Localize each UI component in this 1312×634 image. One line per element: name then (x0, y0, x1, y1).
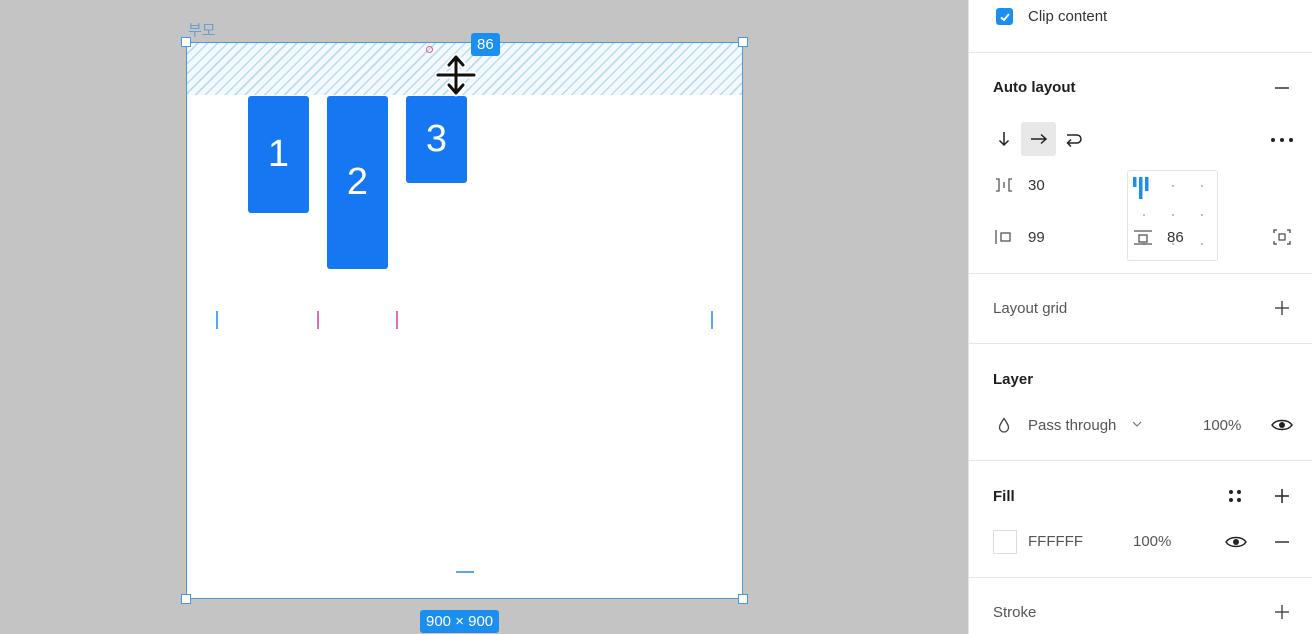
clip-content-label: Clip content (1028, 8, 1108, 25)
fill-hex-value[interactable]: FFFFFF (1028, 533, 1083, 550)
minus-icon (1275, 541, 1289, 543)
padding-sides-icon (1273, 229, 1291, 245)
item-spacing-icon (993, 176, 1015, 194)
direction-wrap-button[interactable] (1062, 128, 1084, 150)
item-spacing-value[interactable]: 30 (1028, 177, 1045, 194)
remove-auto-layout-button[interactable] (1271, 80, 1293, 96)
layout-grid-title: Layout grid (993, 300, 1068, 317)
checkmark-icon (999, 12, 1010, 21)
minus-icon (1275, 87, 1289, 89)
wrap-arrow-icon (1066, 134, 1082, 147)
frame-size-badge: 900 × 900 (420, 610, 500, 633)
gap-guide-1 (317, 311, 319, 329)
arrow-right-icon (1030, 133, 1047, 145)
vertical-padding-value[interactable]: 86 (1167, 229, 1184, 246)
remove-fill-button[interactable] (1271, 533, 1293, 551)
child-frame-2[interactable]: 2 (327, 96, 388, 269)
fill-color-swatch[interactable] (993, 530, 1017, 554)
chevron-down-icon[interactable] (1131, 418, 1143, 430)
blend-mode-select[interactable]: Pass through (1028, 417, 1116, 434)
blend-mode-drop-icon (996, 416, 1012, 434)
gap-guide-2 (396, 311, 398, 329)
add-fill-button[interactable] (1271, 487, 1293, 505)
resize-handle-bottom-left[interactable] (181, 594, 191, 604)
parent-frame[interactable]: 1 2 3 (186, 42, 743, 599)
padding-guide-bottom (456, 571, 474, 573)
vertical-resize-cursor-icon (434, 53, 478, 97)
direction-horizontal-button[interactable] (1021, 122, 1056, 156)
auto-layout-section: Auto layout 30 99 86 (969, 53, 1312, 274)
resize-handle-bottom-right[interactable] (738, 594, 748, 604)
layer-opacity-value[interactable]: 100% (1203, 417, 1241, 434)
padding-guide-right (711, 311, 713, 329)
clip-content-section: Clip content (969, 0, 1312, 53)
styles-grid-button[interactable] (1225, 487, 1245, 505)
ellipsis-icon (1271, 138, 1293, 142)
plus-icon (1275, 605, 1289, 619)
layer-visibility-eye-icon[interactable] (1270, 416, 1294, 434)
child-frame-1[interactable]: 1 (248, 96, 309, 213)
fill-opacity-value[interactable]: 100% (1133, 533, 1171, 550)
horizontal-padding-value[interactable]: 99 (1028, 229, 1045, 246)
properties-panel: Clip content Auto layout 30 99 86 Layout… (968, 0, 1312, 634)
add-stroke-button[interactable] (1271, 603, 1293, 621)
four-dots-icon (1229, 490, 1241, 502)
more-options-button[interactable] (1269, 132, 1295, 148)
child-frame-3[interactable]: 3 (406, 96, 467, 183)
design-canvas[interactable]: 부모 1 2 3 86 900 × 900 (0, 0, 968, 634)
auto-layout-title: Auto layout (993, 79, 1076, 96)
layer-section: Layer Pass through 100% (969, 344, 1312, 461)
alignment-grid[interactable] (1127, 170, 1218, 261)
arrow-down-icon (998, 132, 1010, 147)
padding-guide-left (216, 311, 218, 329)
fill-section: Fill (969, 461, 1312, 578)
horizontal-padding-icon (993, 228, 1015, 246)
frame-name-label[interactable]: 부모 (188, 19, 216, 40)
layout-grid-section: Layout grid (969, 274, 1312, 344)
plus-icon (1275, 301, 1289, 315)
resize-handle-top-right[interactable] (738, 37, 748, 47)
vertical-padding-icon (1132, 228, 1154, 246)
add-layout-grid-button[interactable] (1271, 299, 1293, 317)
fill-visibility-eye-icon[interactable] (1224, 533, 1248, 551)
fill-title: Fill (993, 488, 1015, 505)
layer-title: Layer (993, 371, 1034, 388)
plus-icon (1275, 489, 1289, 503)
direction-vertical-button[interactable] (993, 128, 1015, 150)
individual-padding-button[interactable] (1271, 227, 1293, 247)
resize-handle-top-left[interactable] (181, 37, 191, 47)
clip-content-checkbox[interactable] (996, 8, 1013, 25)
stroke-section: Stroke (969, 578, 1312, 634)
alignment-top-left-indicator (1132, 177, 1154, 204)
stroke-title: Stroke (993, 604, 1037, 621)
